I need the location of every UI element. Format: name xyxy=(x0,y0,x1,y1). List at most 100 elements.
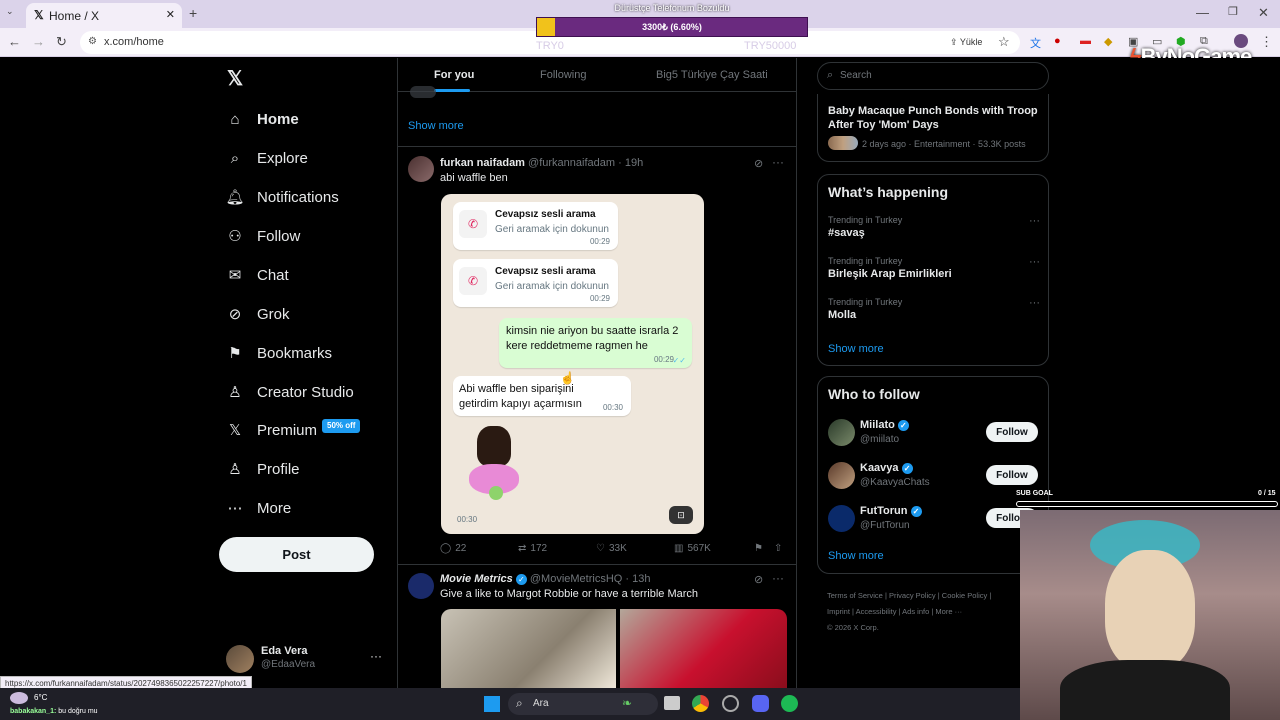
post-avatar[interactable] xyxy=(408,156,434,182)
account-more-icon[interactable]: ··· xyxy=(370,649,382,663)
trend-item[interactable]: Trending in Turkey Birleşik Arap Emirlikl… xyxy=(828,256,1040,280)
trend-more-icon[interactable]: ··· xyxy=(1029,297,1040,309)
sidebar-item-follow[interactable]: ⚇ Follow xyxy=(226,222,300,250)
close-tab-icon[interactable]: ✕ xyxy=(166,8,175,21)
footer-imprint-link[interactable]: Imprint xyxy=(827,607,850,616)
follow-suggestion[interactable]: Miilato ✓ @miilato Follow xyxy=(818,417,1048,451)
post-image-right[interactable] xyxy=(620,609,787,688)
discord-taskbar-icon[interactable] xyxy=(752,695,769,712)
start-icon[interactable] xyxy=(484,696,500,712)
suggestion-name[interactable]: Kaavya xyxy=(860,462,899,474)
bookmark-star-icon[interactable]: ☆ xyxy=(998,34,1010,50)
follow-button[interactable]: Follow xyxy=(986,465,1038,485)
post-author-handle[interactable]: @MovieMetricsHQ xyxy=(530,573,622,585)
post-more-icon[interactable]: ··· xyxy=(772,571,784,585)
creator-icon: ♙ xyxy=(228,384,242,401)
back-icon[interactable]: ← xyxy=(8,34,21,49)
translate-icon[interactable]: 文 xyxy=(1030,35,1041,51)
reply-button[interactable]: ◯ 22 xyxy=(440,543,466,554)
tab-for-you[interactable]: For you xyxy=(434,69,474,81)
minimize-icon[interactable]: — xyxy=(1196,5,1209,20)
news-card[interactable]: Baby Macaque Punch Bonds with Troop Afte… xyxy=(817,94,1049,162)
spotify-taskbar-icon[interactable] xyxy=(781,695,798,712)
share-button[interactable]: ⇧ xyxy=(774,543,782,554)
footer-row-2: Imprint | Accessibility | Ads info | Mor… xyxy=(827,607,963,616)
footer-terms-link[interactable]: Terms of Service xyxy=(827,591,883,600)
trend-more-icon[interactable]: ··· xyxy=(1029,256,1040,268)
post-time[interactable]: 19h xyxy=(625,157,643,169)
trend-item[interactable]: Trending in Turkey #savaş ··· xyxy=(828,215,1040,239)
follow-button[interactable]: Follow xyxy=(986,422,1038,442)
extension-icon-3[interactable]: ◆ xyxy=(1104,35,1112,48)
task-view-icon[interactable] xyxy=(664,696,680,710)
sidebar-item-grok[interactable]: ⊘ Grok xyxy=(226,300,290,328)
post-author-handle[interactable]: @furkannaifadam xyxy=(528,157,615,169)
browser-tab[interactable]: 𝕏 Home / X ✕ xyxy=(26,3,182,28)
post-time[interactable]: 13h xyxy=(632,573,650,585)
sidebar-item-bookmarks[interactable]: ⚑ Bookmarks xyxy=(226,339,332,367)
reload-icon[interactable]: ↻ xyxy=(56,34,67,50)
restore-icon[interactable]: ❐ xyxy=(1228,5,1238,18)
suggestion-name[interactable]: Miilato xyxy=(860,419,895,431)
follow-suggestion[interactable]: Kaavya ✓ @KaavyaChats Follow xyxy=(818,460,1048,494)
suggestion-avatar[interactable] xyxy=(828,462,855,489)
bookmark-button[interactable]: ⚑ xyxy=(754,543,763,554)
show-more-link[interactable]: Show more xyxy=(408,120,464,132)
grok-icon[interactable]: ⊘ xyxy=(754,573,763,586)
obs-taskbar-icon[interactable] xyxy=(722,695,739,712)
x-logo-icon[interactable]: 𝕏 xyxy=(227,66,243,91)
sidebar-item-home[interactable]: ⌂ Home xyxy=(226,105,298,133)
menu-kebab-icon[interactable]: ⋮ xyxy=(1260,34,1273,50)
suggestion-avatar[interactable] xyxy=(828,505,855,532)
site-info-icon[interactable]: ⚙ xyxy=(88,36,97,47)
weather-temp[interactable]: 6°C xyxy=(34,693,47,702)
footer-more-link[interactable]: More ··· xyxy=(935,607,962,616)
close-window-icon[interactable]: ✕ xyxy=(1258,5,1269,21)
sidebar-item-premium[interactable]: 𝕏 Premium xyxy=(226,416,317,444)
forward-icon[interactable]: → xyxy=(32,34,45,49)
missed-call-icon: ✆ xyxy=(459,210,487,238)
footer-cookie-link[interactable]: Cookie Policy xyxy=(942,591,987,600)
sidebar-item-creator-studio[interactable]: ♙ Creator Studio xyxy=(226,378,353,406)
extension-icon-2[interactable]: ▬ xyxy=(1080,35,1091,47)
post-more-icon[interactable]: ··· xyxy=(772,155,784,169)
trend-item[interactable]: Trending in Turkey Molla ··· xyxy=(828,297,1040,321)
post-author-name[interactable]: Movie Metrics xyxy=(440,573,513,585)
trends-show-more[interactable]: Show more xyxy=(828,343,884,355)
views-button[interactable]: ▥ 567K xyxy=(674,543,711,554)
extension-icon-1[interactable]: ● xyxy=(1054,35,1061,47)
repost-button[interactable]: ⇄ 172 xyxy=(518,543,547,554)
weather-icon[interactable] xyxy=(10,692,28,704)
post-image[interactable]: ✆ Cevapsız sesli arama Geri aramak için … xyxy=(441,194,704,534)
new-tab-icon[interactable]: + xyxy=(189,5,197,21)
sidebar-item-explore[interactable]: ⌕ Explore xyxy=(226,144,308,172)
post-button[interactable]: Post xyxy=(219,537,374,572)
sidebar-item-chat[interactable]: ✉ Chat xyxy=(226,261,289,289)
who-to-follow-heading: Who to follow xyxy=(828,386,920,402)
tab-following[interactable]: Following xyxy=(540,69,586,81)
like-button[interactable]: ♡ 33K xyxy=(596,543,627,554)
alt-image-icon[interactable]: ⊡ xyxy=(669,506,693,524)
follow-show-more[interactable]: Show more xyxy=(828,550,884,562)
tab-big5[interactable]: Big5 Türkiye Çay Saati xyxy=(656,69,768,81)
sidebar-item-more[interactable]: ⋯ More xyxy=(226,494,292,522)
footer-ads-link[interactable]: Ads info xyxy=(902,607,929,616)
footer-privacy-link[interactable]: Privacy Policy xyxy=(889,591,936,600)
post-avatar[interactable] xyxy=(408,573,434,599)
search-box[interactable]: ⌕ Search xyxy=(817,62,1049,90)
post-author-name[interactable]: furkan naifadam xyxy=(440,157,525,169)
sidebar-item-profile[interactable]: ♙ Profile xyxy=(226,455,299,483)
footer-accessibility-link[interactable]: Accessibility xyxy=(856,607,897,616)
trend-more-icon[interactable]: ··· xyxy=(1029,215,1040,227)
taskbar-search[interactable]: ⌕ Ara ❧ xyxy=(508,693,658,715)
suggestion-name[interactable]: FutTorun xyxy=(860,505,907,517)
view-count: 567K xyxy=(687,543,711,554)
upload-button[interactable]: ⇪ Yükle xyxy=(946,34,990,51)
chrome-taskbar-icon[interactable] xyxy=(692,695,709,712)
tab-list-icon[interactable]: ⌄ xyxy=(6,6,14,17)
post-image-left[interactable] xyxy=(441,609,616,688)
account-switcher[interactable]: Eda Vera @EdaaVera ··· xyxy=(226,643,386,675)
suggestion-avatar[interactable] xyxy=(828,419,855,446)
sidebar-item-notifications[interactable]: 🔔︎ Notifications xyxy=(225,183,338,211)
grok-icon[interactable]: ⊘ xyxy=(754,157,763,170)
